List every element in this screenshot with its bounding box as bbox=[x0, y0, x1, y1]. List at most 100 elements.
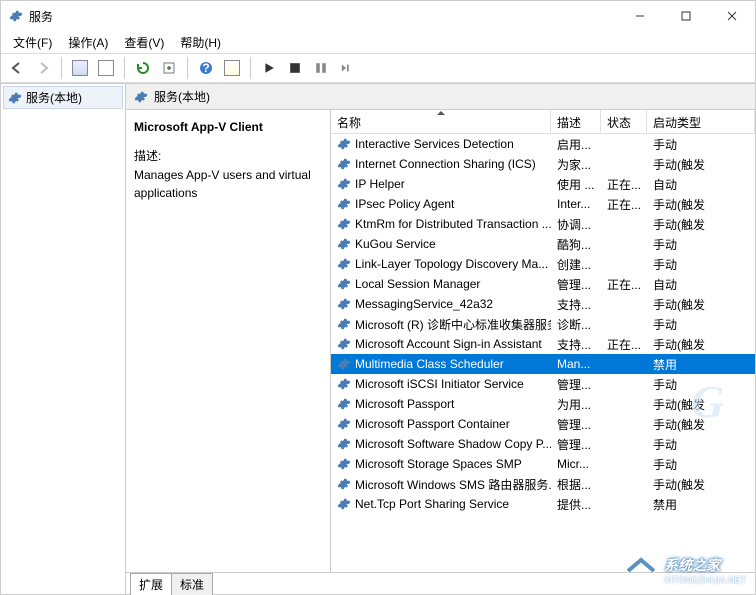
gear-icon bbox=[9, 9, 23, 23]
gear-icon bbox=[8, 91, 22, 105]
menu-action[interactable]: 操作(A) bbox=[62, 32, 114, 53]
service-row[interactable]: IPsec Policy AgentInter...正在...手动(触发 bbox=[331, 194, 755, 214]
gear-icon bbox=[337, 217, 351, 231]
service-row[interactable]: Microsoft Passport Container管理...手动(触发 bbox=[331, 414, 755, 434]
detail-panel: Microsoft App-V Client 描述: Manages App-V… bbox=[126, 110, 331, 572]
back-button[interactable] bbox=[5, 56, 29, 80]
tab-standard[interactable]: 标准 bbox=[171, 573, 213, 595]
service-desc: 创建... bbox=[551, 256, 601, 273]
column-headers: 名称 描述 状态 启动类型 bbox=[331, 110, 755, 134]
gear-icon bbox=[337, 477, 351, 491]
properties-button[interactable] bbox=[220, 56, 244, 80]
restart-service-button[interactable] bbox=[335, 56, 359, 80]
menu-help[interactable]: 帮助(H) bbox=[174, 32, 227, 53]
col-startup[interactable]: 启动类型 bbox=[647, 110, 755, 133]
service-name: Microsoft iSCSI Initiator Service bbox=[355, 377, 524, 391]
service-name: Local Session Manager bbox=[355, 277, 480, 291]
tab-extended[interactable]: 扩展 bbox=[130, 573, 172, 595]
service-row[interactable]: Microsoft Software Shadow Copy P...管理...… bbox=[331, 434, 755, 454]
minimize-button[interactable] bbox=[617, 1, 663, 31]
service-row[interactable]: Microsoft Storage Spaces SMPMicr...手动 bbox=[331, 454, 755, 474]
menu-view[interactable]: 查看(V) bbox=[118, 32, 170, 53]
watermark-brand: 系统之家 XITONGZHUIA.NET bbox=[624, 555, 746, 585]
service-row[interactable]: Local Session Manager管理...正在...自动 bbox=[331, 274, 755, 294]
close-button[interactable] bbox=[709, 1, 755, 31]
service-row[interactable]: Microsoft Passport为用...手动(触发 bbox=[331, 394, 755, 414]
content-split: 服务(本地) 服务(本地) Microsoft App-V Client 描述:… bbox=[1, 83, 755, 594]
forward-button[interactable] bbox=[31, 56, 55, 80]
service-row[interactable]: Microsoft iSCSI Initiator Service管理...手动 bbox=[331, 374, 755, 394]
service-row[interactable]: Net.Tcp Port Sharing Service提供...禁用 bbox=[331, 494, 755, 514]
help-button[interactable]: ? bbox=[194, 56, 218, 80]
service-row[interactable]: KtmRm for Distributed Transaction ...协调.… bbox=[331, 214, 755, 234]
service-startup: 手动(触发 bbox=[647, 296, 755, 313]
stop-service-button[interactable] bbox=[283, 56, 307, 80]
service-startup: 自动 bbox=[647, 276, 755, 293]
col-name[interactable]: 名称 bbox=[331, 110, 551, 133]
service-name: Microsoft Account Sign-in Assistant bbox=[355, 337, 542, 351]
service-status: 正在... bbox=[601, 196, 647, 213]
gear-icon bbox=[337, 337, 351, 351]
menu-file[interactable]: 文件(F) bbox=[7, 32, 58, 53]
service-row[interactable]: Microsoft (R) 诊断中心标准收集器服务诊断...手动 bbox=[331, 314, 755, 334]
toolbar: ? bbox=[1, 53, 755, 83]
service-name: Net.Tcp Port Sharing Service bbox=[355, 497, 509, 511]
right-header: 服务(本地) bbox=[126, 84, 755, 110]
service-name: Microsoft Software Shadow Copy P... bbox=[355, 437, 551, 451]
col-status[interactable]: 状态 bbox=[601, 110, 647, 133]
service-startup: 手动 bbox=[647, 376, 755, 393]
refresh-button[interactable] bbox=[131, 56, 155, 80]
view-list-button[interactable] bbox=[94, 56, 118, 80]
gear-icon bbox=[337, 297, 351, 311]
service-row[interactable]: KuGou Service酷狗...手动 bbox=[331, 234, 755, 254]
service-startup: 手动 bbox=[647, 236, 755, 253]
service-list: G 名称 描述 状态 启动类型 Interactive Services Det… bbox=[331, 110, 755, 572]
service-startup: 手动 bbox=[647, 436, 755, 453]
gear-icon bbox=[337, 357, 351, 371]
service-row[interactable]: IP Helper使用 ...正在...自动 bbox=[331, 174, 755, 194]
service-name: Multimedia Class Scheduler bbox=[355, 357, 504, 371]
gear-icon bbox=[337, 177, 351, 191]
service-name: Microsoft Storage Spaces SMP bbox=[355, 457, 522, 471]
service-row[interactable]: Interactive Services Detection启用...手动 bbox=[331, 134, 755, 154]
service-startup: 手动(触发 bbox=[647, 476, 755, 493]
right-header-label: 服务(本地) bbox=[154, 88, 210, 105]
tree-node-services-local[interactable]: 服务(本地) bbox=[3, 86, 123, 109]
view-detail-button[interactable] bbox=[68, 56, 92, 80]
gear-icon bbox=[134, 90, 148, 104]
service-desc: Man... bbox=[551, 357, 601, 371]
gear-icon bbox=[337, 437, 351, 451]
service-name: IPsec Policy Agent bbox=[355, 197, 454, 211]
window-title: 服务 bbox=[29, 8, 53, 25]
col-desc[interactable]: 描述 bbox=[551, 110, 601, 133]
service-row[interactable]: Internet Connection Sharing (ICS)为家...手动… bbox=[331, 154, 755, 174]
gear-icon bbox=[337, 277, 351, 291]
tree-pane: 服务(本地) bbox=[1, 84, 126, 594]
service-name: Microsoft Passport Container bbox=[355, 417, 510, 431]
service-row[interactable]: Link-Layer Topology Discovery Ma...创建...… bbox=[331, 254, 755, 274]
service-name: Microsoft (R) 诊断中心标准收集器服务 bbox=[355, 316, 551, 333]
service-status: 正在... bbox=[601, 276, 647, 293]
service-startup: 禁用 bbox=[647, 356, 755, 373]
rows: Interactive Services Detection启用...手动Int… bbox=[331, 134, 755, 572]
tree-node-label: 服务(本地) bbox=[26, 89, 82, 106]
service-status: 正在... bbox=[601, 336, 647, 353]
pause-service-button[interactable] bbox=[309, 56, 333, 80]
service-name: Internet Connection Sharing (ICS) bbox=[355, 157, 536, 171]
service-startup: 手动(触发 bbox=[647, 396, 755, 413]
export-button[interactable] bbox=[157, 56, 181, 80]
service-name: Link-Layer Topology Discovery Ma... bbox=[355, 257, 548, 271]
start-service-button[interactable] bbox=[257, 56, 281, 80]
watermark-url: XITONGZHUIA.NET bbox=[664, 575, 746, 585]
service-row[interactable]: Microsoft Windows SMS 路由器服务...根据...手动(触发 bbox=[331, 474, 755, 494]
service-startup: 手动(触发 bbox=[647, 156, 755, 173]
sort-asc-icon bbox=[437, 111, 445, 115]
service-row[interactable]: MessagingService_42a32支持...手动(触发 bbox=[331, 294, 755, 314]
titlebar: 服务 bbox=[1, 1, 755, 31]
service-startup: 手动(触发 bbox=[647, 336, 755, 353]
service-desc: Micr... bbox=[551, 457, 601, 471]
service-row[interactable]: Microsoft Account Sign-in Assistant支持...… bbox=[331, 334, 755, 354]
service-desc: 使用 ... bbox=[551, 176, 601, 193]
maximize-button[interactable] bbox=[663, 1, 709, 31]
service-row[interactable]: Multimedia Class Scheduler Man... 禁用 bbox=[331, 354, 755, 374]
